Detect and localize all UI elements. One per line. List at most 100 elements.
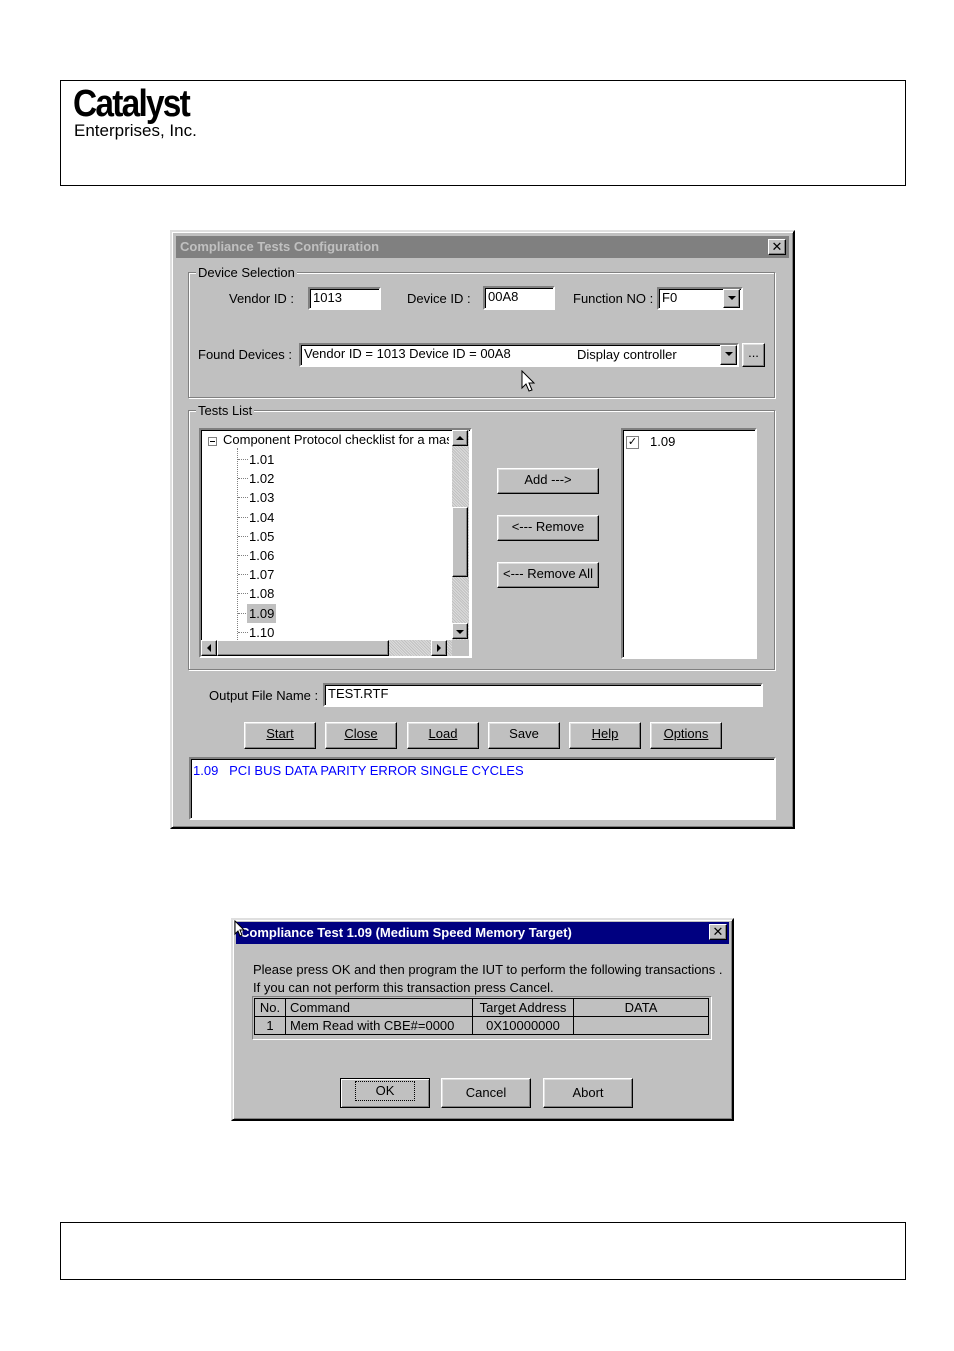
transaction-table: No. Command Target Address DATA 1 Mem Re…	[254, 998, 709, 1035]
table-row[interactable]: 1 Mem Read with CBE#=0000 0X10000000	[254, 1016, 709, 1035]
scroll-thumb[interactable]	[452, 507, 468, 577]
tests-tree[interactable]: Component Protocol checklist for a mas 1…	[199, 428, 472, 658]
tree-root-item[interactable]: Component Protocol checklist for a mas	[223, 431, 449, 449]
options-button[interactable]: Options	[650, 722, 722, 749]
tree-item[interactable]: 1.08	[249, 584, 274, 603]
tree-item[interactable]: 1.10	[249, 623, 274, 642]
vendor-id-input[interactable]: 1013	[308, 287, 381, 310]
tree-item[interactable]: 1.01	[249, 450, 274, 469]
save-button[interactable]: Save	[488, 722, 560, 749]
company-subtitle: Enterprises, Inc.	[74, 121, 197, 140]
tree-connector	[238, 631, 248, 633]
cell-no: 1	[254, 1016, 286, 1035]
tree-vertical-scrollbar[interactable]	[452, 430, 469, 640]
table-header-row: No. Command Target Address DATA	[254, 998, 709, 1017]
help-button-label: Help	[591, 726, 619, 741]
chevron-up-icon	[456, 436, 464, 440]
tree-connector	[238, 593, 248, 595]
start-button-label: Start	[266, 726, 294, 741]
found-devices-value: Vendor ID = 1013 Device ID = 00A8	[304, 346, 511, 361]
tests-list-label: Tests List	[196, 403, 255, 418]
browse-devices-button[interactable]: ...	[742, 343, 765, 367]
tree-item[interactable]: 1.07	[249, 565, 274, 584]
cell-data	[573, 1016, 709, 1035]
cancel-button[interactable]: Cancel	[441, 1078, 531, 1108]
config-dialog-title: Compliance Tests Configuration	[180, 239, 380, 254]
tree-connector	[238, 555, 248, 556]
chevron-left-icon	[207, 644, 211, 652]
found-devices-dropdown-button[interactable]	[720, 345, 737, 365]
chevron-down-icon	[724, 352, 733, 356]
tree-item[interactable]: 1.02	[249, 469, 274, 488]
output-file-input[interactable]: TEST.RTF	[323, 683, 763, 707]
page-header: Catalyst Enterprises, Inc.	[60, 80, 906, 186]
cell-command: Mem Read with CBE#=0000	[285, 1016, 473, 1035]
device-selection-label: Device Selection	[196, 265, 297, 280]
tree-item[interactable]: 1.04	[249, 508, 274, 527]
column-header-data: DATA	[573, 998, 709, 1017]
found-devices-select[interactable]: Vendor ID = 1013 Device ID = 00A8 Displa…	[299, 343, 739, 367]
close-button-label: Close	[344, 726, 378, 741]
device-id-label: Device ID :	[407, 291, 471, 306]
scroll-left-button[interactable]	[201, 640, 217, 656]
test-dialog-titlebar[interactable]: Compliance Test 1.09 (Medium Speed Memor…	[236, 922, 729, 944]
function-no-dropdown-button[interactable]	[723, 289, 740, 308]
selected-tests-list[interactable]: ✓ 1.09	[621, 428, 757, 659]
scroll-down-button[interactable]	[452, 623, 468, 639]
close-button[interactable]: Close	[325, 722, 397, 749]
abort-button[interactable]: Abort	[543, 1078, 633, 1108]
function-no-label: Function NO :	[573, 291, 654, 306]
scrollbar-corner	[452, 640, 469, 656]
test-dialog-title: Compliance Test 1.09 (Medium Speed Memor…	[240, 925, 572, 940]
chevron-down-icon	[456, 630, 464, 634]
config-dialog: Compliance Tests Configuration ✕ Device …	[170, 230, 795, 829]
test-dialog-message-2: If you can not perform this transaction …	[253, 980, 554, 995]
scroll-up-button[interactable]	[452, 430, 468, 446]
tree-vertical-line	[237, 448, 238, 656]
tree-item[interactable]: 1.03	[249, 488, 274, 507]
device-id-input[interactable]: 00A8	[483, 286, 555, 310]
selected-test-label: 1.09	[650, 434, 676, 449]
remove-test-button[interactable]: <--- Remove	[497, 515, 599, 541]
cell-target-address: 0X10000000	[472, 1016, 574, 1035]
horizontal-scroll-thumb[interactable]	[217, 640, 389, 656]
tree-connector	[238, 535, 248, 537]
load-button-label: Load	[428, 726, 458, 741]
scroll-right-button[interactable]	[431, 640, 447, 656]
tree-horizontal-scrollbar[interactable]	[201, 640, 452, 656]
tree-connector	[238, 516, 248, 518]
vendor-id-label: Vendor ID :	[229, 291, 295, 306]
column-header-no: No.	[254, 998, 286, 1017]
tree-connector	[238, 574, 248, 576]
selected-test-checkbox[interactable]: ✓	[626, 436, 639, 449]
transaction-table-frame: No. Command Target Address DATA 1 Mem Re…	[252, 996, 712, 1040]
found-devices-type: Display controller	[577, 347, 677, 362]
test-description-text: 1.09 PCI BUS DATA PARITY ERROR SINGLE CY…	[193, 763, 524, 778]
close-icon[interactable]: ✕	[768, 239, 786, 255]
test-description-box: 1.09 PCI BUS DATA PARITY ERROR SINGLE CY…	[189, 757, 776, 820]
start-button[interactable]: Start	[244, 722, 316, 749]
add-test-button[interactable]: Add --->	[497, 468, 599, 494]
options-button-label: Options	[663, 726, 709, 741]
test-dialog-message-1: Please press OK and then program the IUT…	[253, 962, 723, 977]
tree-item[interactable]: 1.05	[249, 527, 274, 546]
mouse-cursor-icon	[521, 370, 536, 392]
tree-item[interactable]: 1.09	[247, 603, 277, 623]
chevron-right-icon	[437, 644, 441, 652]
config-dialog-titlebar[interactable]: Compliance Tests Configuration	[176, 236, 789, 258]
help-button[interactable]: Help	[569, 722, 641, 749]
tree-item[interactable]: 1.06	[249, 546, 274, 565]
save-button-label: Save	[509, 726, 539, 741]
page-footer	[60, 1222, 906, 1280]
close-icon[interactable]: ✕	[709, 924, 727, 940]
tree-collapse-icon[interactable]	[208, 437, 217, 446]
column-header-target-address: Target Address	[472, 998, 574, 1017]
output-file-label: Output File Name :	[209, 688, 319, 703]
ok-button-label: OK	[354, 1081, 416, 1101]
mouse-cursor-icon	[234, 920, 246, 937]
column-header-command: Command	[285, 998, 473, 1017]
load-button[interactable]: Load	[407, 722, 479, 749]
test-dialog: Compliance Test 1.09 (Medium Speed Memor…	[231, 918, 734, 1121]
remove-all-tests-button[interactable]: <--- Remove All	[497, 562, 599, 588]
ok-button[interactable]: OK	[340, 1078, 430, 1108]
